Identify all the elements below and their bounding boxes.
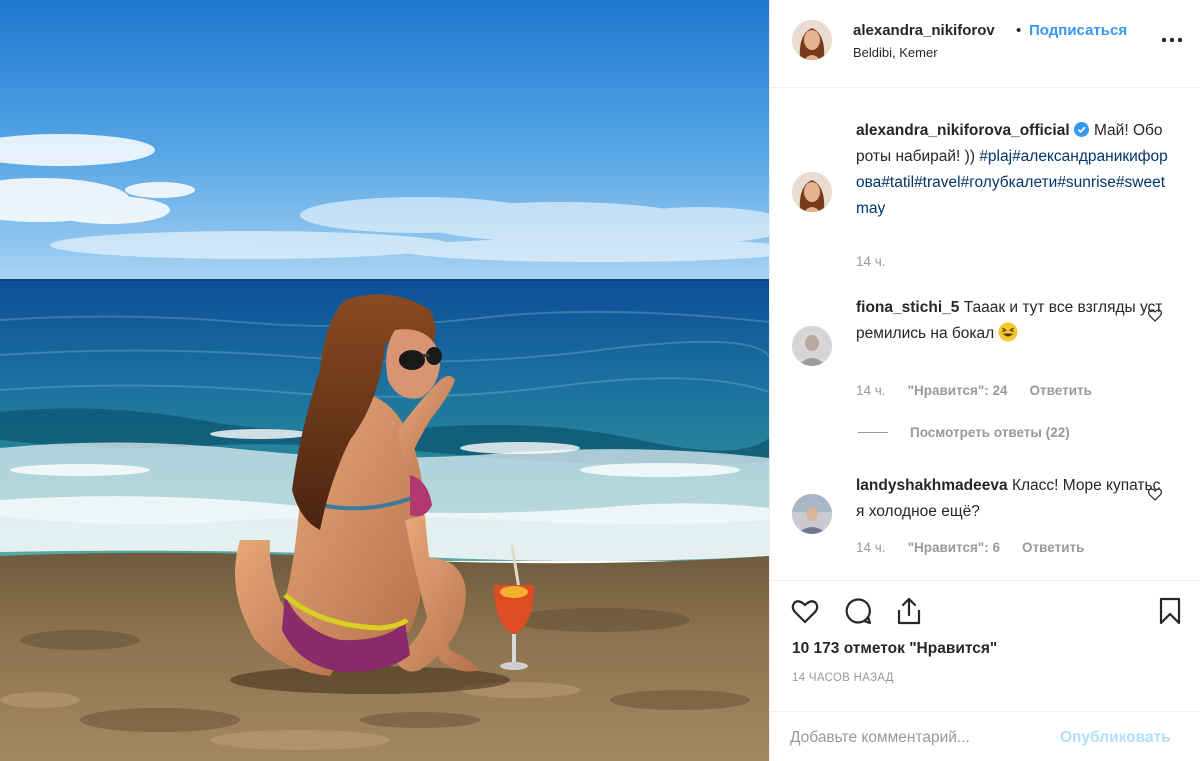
like-heart-icon[interactable] bbox=[790, 596, 820, 626]
comment-likes[interactable]: "Нравится": 6 bbox=[908, 540, 1000, 555]
add-comment-bar: Опубликовать bbox=[770, 711, 1200, 761]
reply-button[interactable]: Ответить bbox=[1022, 540, 1084, 555]
comment-time[interactable]: 14 ч. bbox=[856, 383, 886, 398]
follow-button[interactable]: Подписаться bbox=[1029, 22, 1127, 39]
post-time-ago[interactable]: 14 ЧАСОВ НАЗАД bbox=[792, 672, 894, 684]
author-avatar[interactable] bbox=[792, 20, 832, 60]
comment-time[interactable]: 14 ч. bbox=[856, 540, 886, 555]
post-photo[interactable] bbox=[0, 0, 769, 761]
post-side-panel: alexandra_nikiforov • Подписаться Beldib… bbox=[769, 0, 1200, 761]
header-separator: • bbox=[1016, 22, 1022, 39]
reply-button[interactable]: Ответить bbox=[1030, 383, 1092, 398]
save-bookmark-icon[interactable] bbox=[1155, 596, 1185, 626]
comment-likes[interactable]: "Нравится": 24 bbox=[908, 383, 1008, 398]
caption-text: alexandra_nikiforova_official Май! Оборо… bbox=[856, 118, 1168, 222]
publish-button[interactable]: Опубликовать bbox=[1060, 729, 1171, 747]
laughing-face-icon bbox=[998, 322, 1018, 342]
view-replies-button[interactable]: Посмотреть ответы (22) bbox=[858, 425, 1070, 440]
caption-meta: 14 ч. bbox=[856, 254, 908, 269]
author-username[interactable]: alexandra_nikiforov bbox=[853, 22, 995, 39]
comment-bubble-icon[interactable] bbox=[843, 596, 873, 626]
comment-text: landyshakhmadeeva Класс! Море купаться х… bbox=[856, 473, 1168, 525]
comment-username[interactable]: landyshakhmadeeva bbox=[856, 477, 1008, 494]
comment-meta: 14 ч. "Нравится": 24 Ответить bbox=[856, 383, 1114, 398]
hashtag-link[interactable]: #plaj bbox=[979, 148, 1012, 165]
more-options-icon[interactable] bbox=[1160, 30, 1184, 50]
hashtag-link[interactable]: #голубкалети bbox=[961, 174, 1058, 191]
caption-line-1: Май! bbox=[1093, 122, 1129, 139]
instagram-post: alexandra_nikiforov • Подписаться Beldib… bbox=[0, 0, 1200, 761]
caption-username[interactable]: alexandra_nikiforova_official bbox=[856, 122, 1070, 139]
verified-badge-icon bbox=[1073, 122, 1089, 137]
hashtag-link[interactable]: #tatil bbox=[881, 174, 914, 191]
view-replies-label: Посмотреть ответы (22) bbox=[910, 425, 1070, 440]
location-link[interactable]: Beldibi, Kemer bbox=[853, 45, 938, 60]
comment-input[interactable] bbox=[790, 726, 1050, 750]
share-icon[interactable] bbox=[894, 596, 924, 626]
replies-divider-line bbox=[858, 432, 888, 433]
like-comment-heart-icon[interactable] bbox=[1147, 307, 1163, 323]
commenter-avatar-image bbox=[792, 494, 832, 534]
hashtag-link[interactable]: #travel bbox=[914, 174, 961, 191]
comments-list[interactable]: alexandra_nikiforova_official Май! Оборо… bbox=[770, 88, 1200, 581]
comment-text: fiona_stichi_5 Тааак и тут все взгляды у… bbox=[856, 295, 1168, 347]
comment-username[interactable]: fiona_stichi_5 bbox=[856, 299, 959, 316]
like-comment-heart-icon[interactable] bbox=[1147, 486, 1163, 502]
likes-count[interactable]: 10 173 отметок "Нравится" bbox=[792, 640, 997, 658]
caption-avatar-image bbox=[792, 172, 832, 212]
hashtag-link[interactable]: #sunrise bbox=[1057, 174, 1116, 191]
post-actions: 10 173 отметок "Нравится" 14 ЧАСОВ НАЗАД bbox=[770, 582, 1200, 700]
post-header: alexandra_nikiforov • Подписаться Beldib… bbox=[770, 0, 1200, 88]
commenter-avatar[interactable] bbox=[792, 326, 832, 366]
caption-author-avatar[interactable] bbox=[792, 172, 832, 212]
beach-photo bbox=[0, 0, 769, 761]
commenter-avatar[interactable] bbox=[792, 494, 832, 534]
author-avatar-image bbox=[792, 20, 832, 60]
caption-time[interactable]: 14 ч. bbox=[856, 254, 886, 269]
commenter-avatar-image bbox=[792, 326, 832, 366]
comment-meta: 14 ч. "Нравится": 6 Ответить bbox=[856, 540, 1106, 555]
